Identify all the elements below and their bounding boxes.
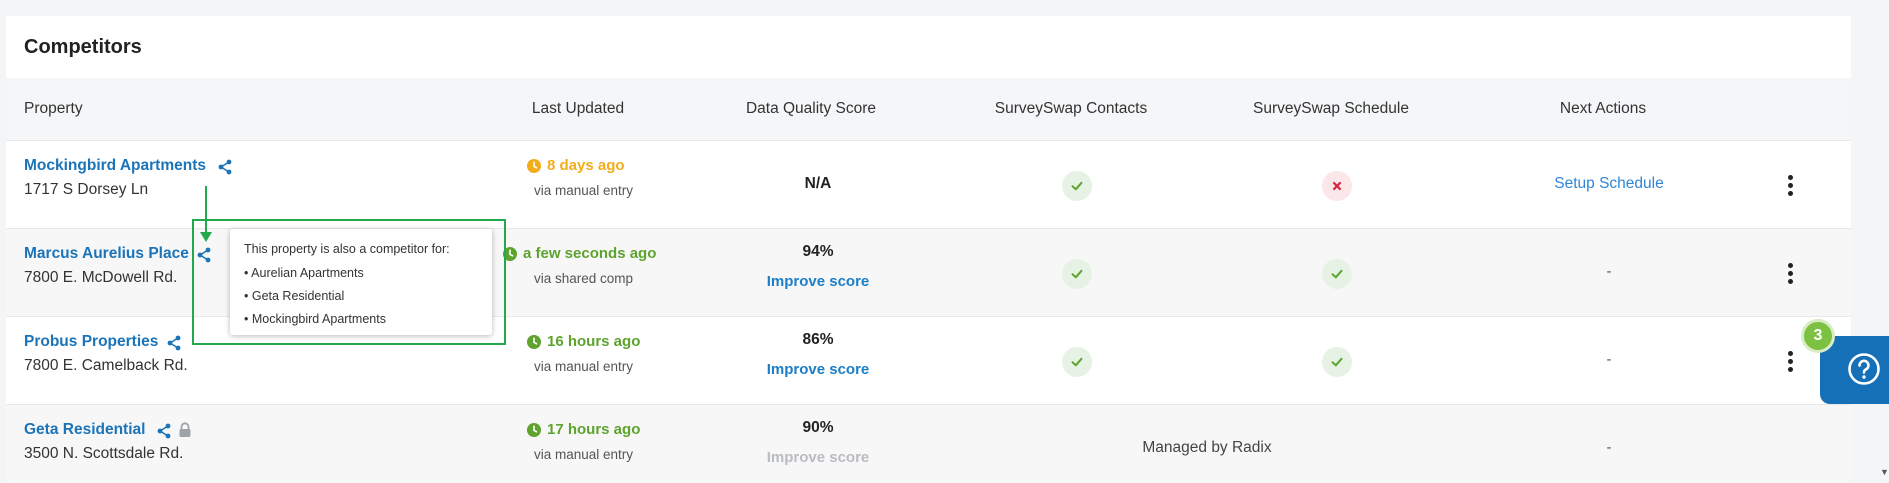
improve-score-link[interactable]: Improve score xyxy=(767,273,870,290)
x-icon xyxy=(1332,181,1342,191)
row-menu-icon[interactable] xyxy=(1783,175,1797,197)
question-icon xyxy=(1848,353,1880,385)
property-address: 1717 S Dorsey Ln xyxy=(24,181,149,198)
last-updated: 16 hours ago xyxy=(527,333,640,350)
property-name-link[interactable]: Probus Properties xyxy=(24,333,158,351)
next-action-empty: - xyxy=(1606,439,1612,456)
update-source: via manual entry xyxy=(534,359,634,374)
table-row: Mockingbird Apartments 1717 S Dorsey Ln … xyxy=(6,140,1851,229)
data-quality-score: 90% xyxy=(802,419,834,436)
update-source: via shared comp xyxy=(534,271,634,286)
header-property[interactable]: Property xyxy=(24,78,83,140)
last-updated-text: a few seconds ago xyxy=(523,245,657,262)
check-icon xyxy=(1331,269,1343,279)
property-name-link[interactable]: Marcus Aurelius Place xyxy=(24,245,189,263)
improve-score-link-disabled: Improve score xyxy=(766,449,870,466)
property-name-link[interactable]: Geta Residential xyxy=(24,421,145,439)
schedule-status xyxy=(1322,259,1352,289)
last-updated-text: 17 hours ago xyxy=(547,421,641,438)
scroll-down-icon[interactable]: ▼ xyxy=(1880,467,1889,477)
contacts-status xyxy=(1062,347,1092,377)
last-updated-text: 8 days ago xyxy=(547,157,625,174)
row-menu-icon[interactable] xyxy=(1783,351,1797,373)
data-quality-score: 86% xyxy=(802,331,834,348)
header-next-actions: Next Actions xyxy=(1559,100,1647,117)
contacts-status xyxy=(1062,171,1092,201)
schedule-status xyxy=(1322,171,1352,201)
header-surveyswap-contacts[interactable]: SurveySwap Contacts xyxy=(995,78,1148,140)
header-data-quality[interactable]: Data Quality Score xyxy=(746,78,876,140)
tooltip-item: Aurelian Apartments xyxy=(244,262,478,285)
contacts-status xyxy=(1062,259,1092,289)
share-icon[interactable] xyxy=(166,335,182,351)
check-icon xyxy=(1071,269,1083,279)
row-menu-icon[interactable] xyxy=(1783,263,1797,285)
clock-icon xyxy=(527,334,541,349)
tooltip-item: Mockingbird Apartments xyxy=(244,308,478,331)
property-address: 7800 E. Camelback Rd. xyxy=(24,357,188,374)
clock-icon xyxy=(527,158,541,173)
share-icon[interactable] xyxy=(156,423,172,439)
improve-score-link[interactable]: Improve score xyxy=(767,361,870,378)
last-updated: a few seconds ago xyxy=(503,245,656,262)
lock-icon xyxy=(179,422,191,437)
last-updated: 8 days ago xyxy=(527,157,625,174)
schedule-status xyxy=(1322,347,1352,377)
next-action-empty: - xyxy=(1606,263,1612,280)
check-icon xyxy=(1071,357,1083,367)
last-updated: 17 hours ago xyxy=(527,421,640,438)
data-quality-score: N/A xyxy=(804,175,832,192)
property-address: 3500 N. Scottsdale Rd. xyxy=(24,445,184,462)
share-icon[interactable] xyxy=(217,159,233,175)
update-source: via manual entry xyxy=(534,447,634,462)
clock-icon xyxy=(527,422,541,437)
property-name-link[interactable]: Mockingbird Apartments xyxy=(24,157,206,175)
setup-schedule-link[interactable]: Setup Schedule xyxy=(1554,175,1663,193)
shared-competitor-tooltip: This property is also a competitor for: … xyxy=(230,229,492,335)
last-updated-text: 16 hours ago xyxy=(547,333,641,350)
page-title: Competitors xyxy=(24,36,142,58)
tooltip-item: Geta Residential xyxy=(244,285,478,308)
property-address: 7800 E. McDowell Rd. xyxy=(24,269,178,286)
managed-by-label: Managed by Radix xyxy=(1142,439,1272,456)
table-header: Property Last Updated Data Quality Score… xyxy=(6,78,1851,140)
table-row: Geta Residential 3500 N. Scottsdale Rd. … xyxy=(6,404,1851,483)
data-quality-score: 94% xyxy=(802,243,834,260)
notification-badge: 3 xyxy=(1801,319,1835,353)
next-action-empty: - xyxy=(1606,351,1612,368)
tooltip-title: This property is also a competitor for: xyxy=(244,242,450,256)
check-icon xyxy=(1071,181,1083,191)
header-last-updated[interactable]: Last Updated xyxy=(532,78,624,140)
update-source: via manual entry xyxy=(534,183,634,198)
header-surveyswap-schedule[interactable]: SurveySwap Schedule xyxy=(1253,78,1409,140)
check-icon xyxy=(1331,357,1343,367)
